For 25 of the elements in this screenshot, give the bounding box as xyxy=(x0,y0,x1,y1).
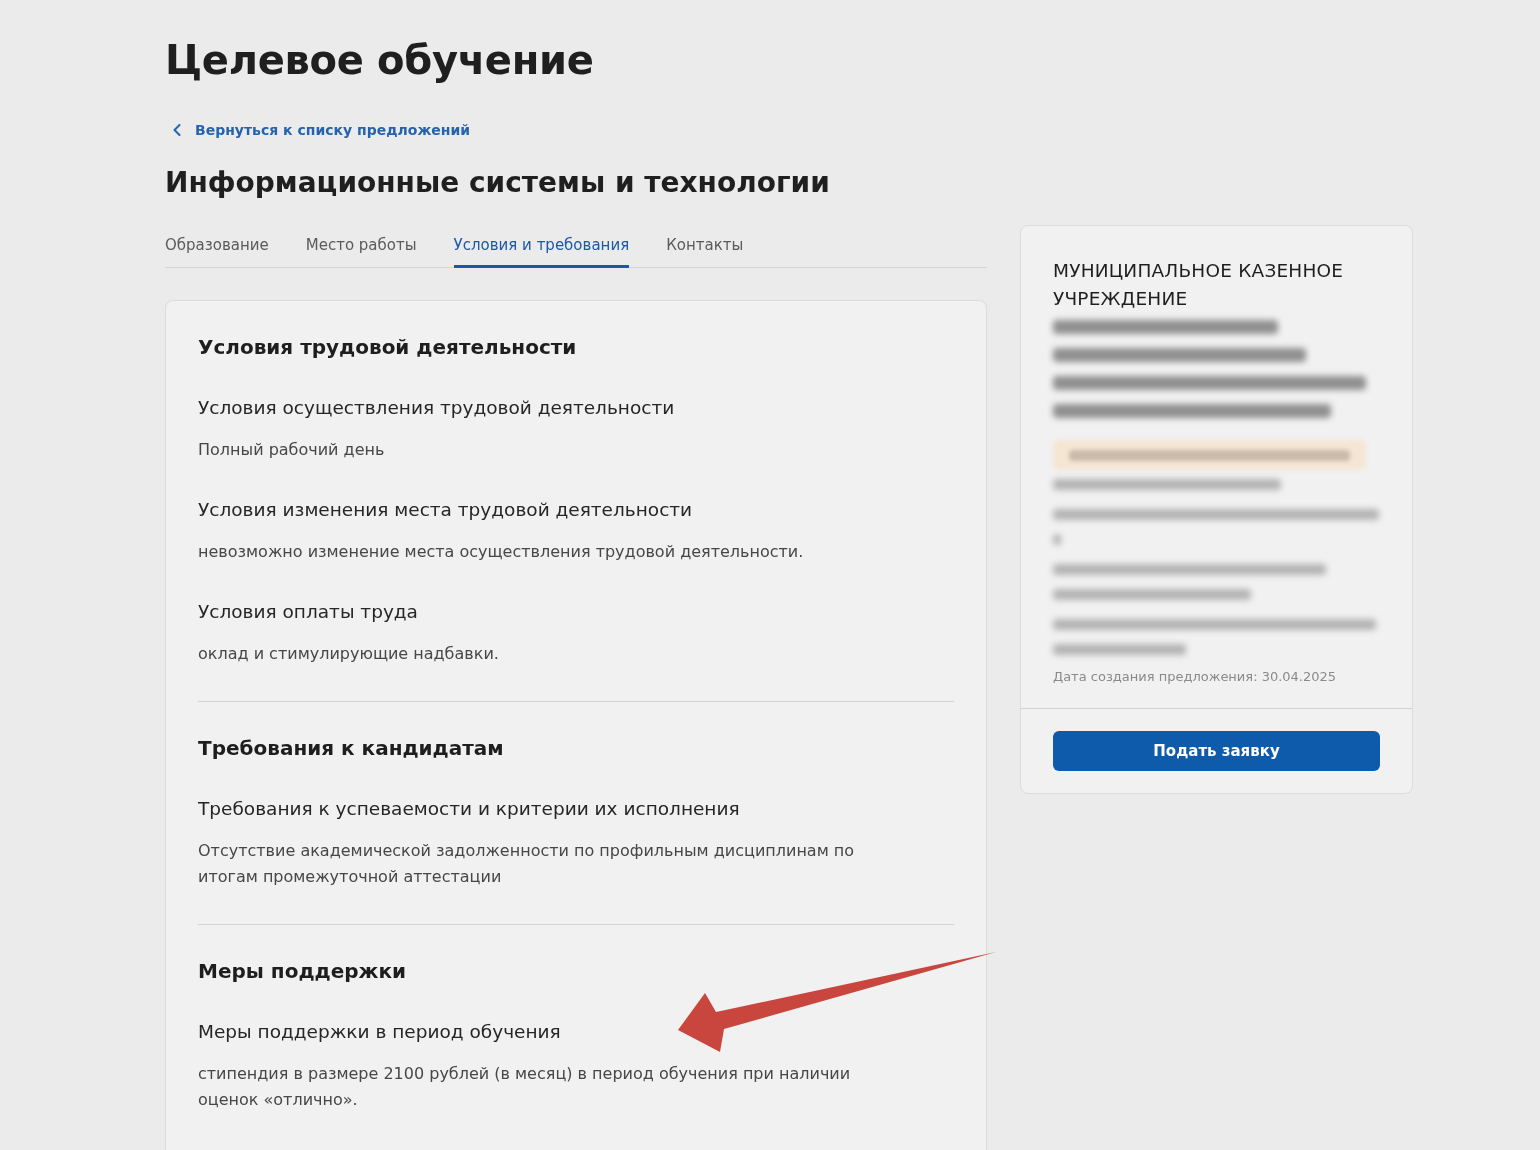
page-title: Целевое обучение xyxy=(165,36,594,84)
tab[interactable]: Условия и требования xyxy=(453,225,630,268)
field-label: Условия осуществления трудовой деятельности xyxy=(198,396,676,420)
creation-date: Дата создания предложения: 30.04.2025 xyxy=(1053,668,1337,686)
chevron-left-icon xyxy=(173,124,181,136)
section-heading: Меры поддержки xyxy=(198,958,408,985)
organization-name: МУНИЦИПАЛЬНОЕ КАЗЕННОЕ УЧРЕЖДЕНИЕ xyxy=(1053,259,1345,311)
tab[interactable]: Контакты xyxy=(666,225,744,268)
back-link[interactable]: Вернуться к списку предложений xyxy=(165,120,471,140)
field-label: Условия оплаты труда xyxy=(198,600,419,624)
field-value: Полный рабочий день xyxy=(198,439,386,461)
apply-button[interactable]: Подать заявку xyxy=(1053,731,1380,771)
field-label: Меры поддержки в период обучения xyxy=(198,1020,562,1044)
field-value: невозможно изменение места осуществления трудовой деятельности. xyxy=(198,541,805,563)
section-heading: Условия трудовой деятельности xyxy=(198,334,578,361)
field-value: стипендия в размере 2100 рублей (в месяц) в период обучения при наличии оценок «отлично». xyxy=(198,1063,852,1111)
field-label: Условия изменения места трудовой деятельности xyxy=(198,498,694,522)
field-value: Отсутствие академической задолженности по профильным дисциплинам по итогам промежуточной аттестации xyxy=(198,840,856,888)
blurred-text xyxy=(1053,534,1061,545)
tab[interactable]: Образование xyxy=(165,225,269,268)
field-label: Требования к успеваемости и критерии их исполнения xyxy=(198,797,741,821)
section-heading: Требования к кандидатам xyxy=(198,735,505,762)
field-value: оклад и стимулирующие надбавки. xyxy=(198,643,500,665)
offer-title: Информационные системы и технологии xyxy=(165,165,830,201)
tab[interactable]: Место работы xyxy=(305,225,417,268)
